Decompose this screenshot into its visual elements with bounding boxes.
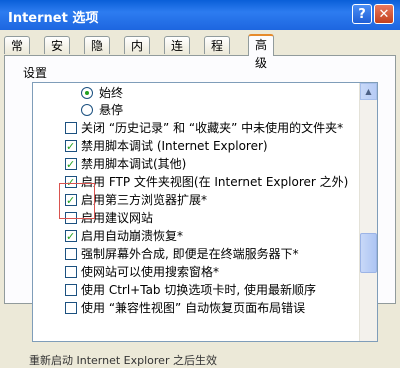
checkbox[interactable] xyxy=(65,248,77,260)
checkbox[interactable] xyxy=(65,156,77,173)
help-button[interactable]: ? xyxy=(352,4,372,24)
option-label: 使用 Ctrl+Tab 切换选项卡时, 使用最新顺序 xyxy=(81,283,316,297)
scroll-thumb[interactable] xyxy=(360,233,377,273)
list-item[interactable]: 使用 Ctrl+Tab 切换选项卡时, 使用最新顺序 xyxy=(33,282,353,299)
advanced-panel: 设置 始终 悬停 关闭 “历史记录” 和 “收藏夹” 中未使用的文件夹* 禁用脚… xyxy=(4,55,396,367)
close-icon: ✕ xyxy=(378,7,390,22)
tab-connections[interactable]: 连接 xyxy=(164,36,191,71)
settings-list[interactable]: 始终 悬停 关闭 “历史记录” 和 “收藏夹” 中未使用的文件夹* 禁用脚本调试… xyxy=(32,82,378,342)
list-item[interactable]: 强制屏幕外合成, 即便是在终端服务器下* xyxy=(33,246,353,263)
radio-always[interactable] xyxy=(81,87,93,99)
restart-note: 重新启动 Internet Explorer 之后生效 xyxy=(29,354,217,367)
option-label: 关闭 “历史记录” 和 “收藏夹” 中未使用的文件夹* xyxy=(81,121,344,135)
tab-security[interactable]: 安全 xyxy=(44,36,71,71)
annotation-highlight-box xyxy=(59,183,95,219)
tab-advanced[interactable]: 高级 xyxy=(248,34,275,70)
tab-programs[interactable]: 程序 xyxy=(204,36,231,71)
option-label: 启用自动崩溃恢复* xyxy=(81,229,184,243)
close-button[interactable]: ✕ xyxy=(374,4,394,24)
checkbox[interactable] xyxy=(65,284,77,296)
list-item[interactable]: 禁用脚本调试(其他) xyxy=(33,156,353,173)
radio-hover[interactable] xyxy=(81,104,93,116)
help-icon: ? xyxy=(358,7,366,22)
vertical-scrollbar[interactable]: ▲ xyxy=(359,83,377,341)
option-label: 使用 “兼容性视图” 自动恢复页面布局错误 xyxy=(81,301,306,315)
title-bar: Internet 选项 ? ✕ xyxy=(0,0,400,30)
list-item[interactable]: 始终 xyxy=(33,85,353,102)
option-label: 始终 xyxy=(99,86,124,100)
tab-privacy[interactable]: 隐私 xyxy=(84,36,111,71)
option-label: 使网站可以使用搜索窗格* xyxy=(81,265,220,279)
option-label: 启用第三方浏览器扩展* xyxy=(81,193,208,207)
list-item[interactable]: 关闭 “历史记录” 和 “收藏夹” 中未使用的文件夹* xyxy=(33,120,353,137)
checkbox[interactable] xyxy=(65,228,77,245)
tab-general[interactable]: 常规 xyxy=(4,36,31,71)
option-label: 禁用脚本调试(其他) xyxy=(81,157,187,171)
list-item[interactable]: 使网站可以使用搜索窗格* xyxy=(33,264,353,281)
option-label: 启用 FTP 文件夹视图(在 Internet Explorer 之外) xyxy=(81,175,349,189)
window-title: Internet 选项 xyxy=(8,11,99,26)
list-item[interactable]: 启用自动崩溃恢复* xyxy=(33,228,353,245)
checkbox[interactable] xyxy=(65,266,77,278)
checkbox[interactable] xyxy=(65,122,77,134)
option-label: 悬停 xyxy=(99,103,124,117)
list-item[interactable]: 悬停 xyxy=(33,102,353,119)
option-label: 禁用脚本调试 (Internet Explorer) xyxy=(81,139,268,153)
settings-label: 设置 xyxy=(23,66,48,80)
list-item[interactable]: 禁用脚本调试 (Internet Explorer) xyxy=(33,138,353,155)
checkbox[interactable] xyxy=(65,138,77,155)
list-item[interactable]: 使用 “兼容性视图” 自动恢复页面布局错误 xyxy=(33,300,353,317)
scroll-up-icon[interactable]: ▲ xyxy=(360,83,377,100)
option-label: 强制屏幕外合成, 即便是在终端服务器下* xyxy=(81,247,299,261)
tab-content[interactable]: 内容 xyxy=(124,36,151,71)
